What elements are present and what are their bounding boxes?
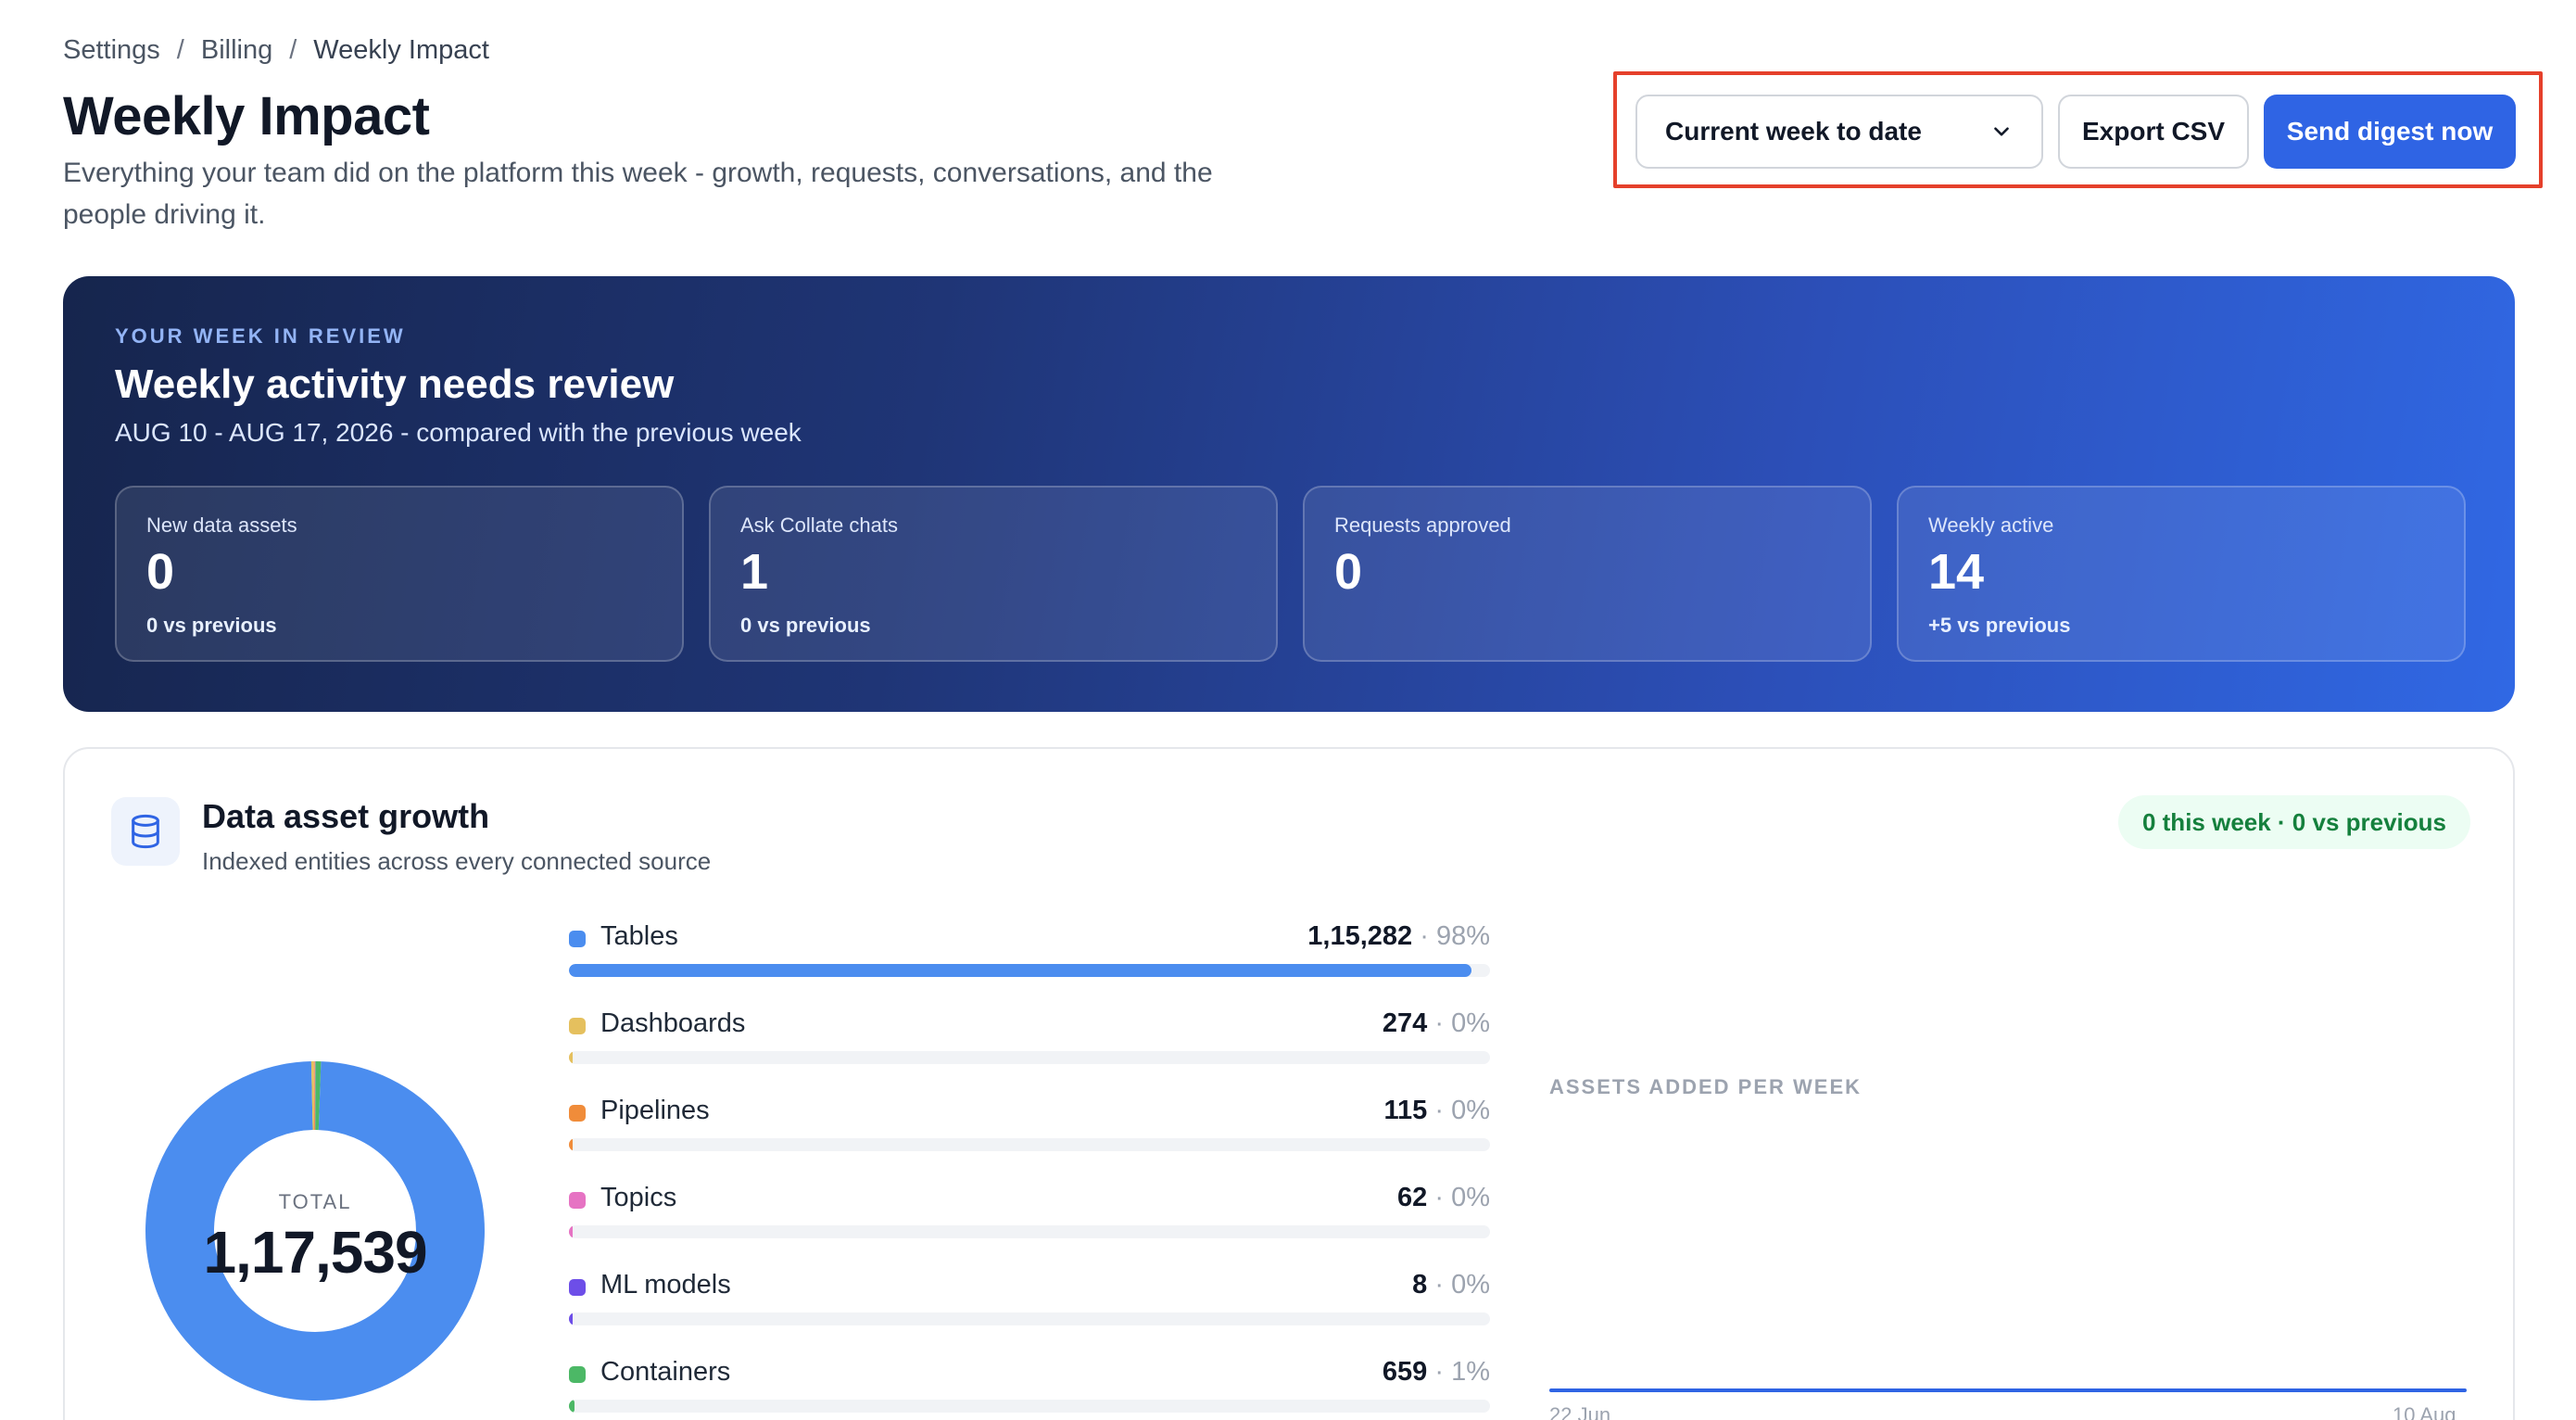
- stat-value: 0: [1334, 544, 1363, 600]
- breakdown-bar-fill: [569, 1138, 573, 1151]
- legend-swatch: [569, 1192, 586, 1209]
- stat-delta: 0 vs previous: [146, 614, 277, 637]
- breakdown-value: 274: [1382, 1008, 1428, 1038]
- breakdown-row-containers: Containers 659 · 1%: [569, 1351, 1490, 1420]
- stat-delta: +5 vs previous: [1928, 614, 2071, 637]
- legend-swatch: [569, 931, 586, 947]
- asset-donut-chart: TOTAL 1,17,539: [139, 1055, 491, 1407]
- send-digest-button[interactable]: Send digest now: [2264, 95, 2516, 169]
- breakdown-stats: 274 · 0%: [1383, 1008, 1490, 1039]
- breakdown-bar-track: [569, 1138, 1490, 1151]
- breakdown-bar-track: [569, 1312, 1490, 1325]
- page-subtitle: Everything your team did on the platform…: [63, 158, 1213, 230]
- breakdown-value: 115: [1383, 1096, 1428, 1125]
- weekly-axis-end: 10 Aug: [2393, 1403, 2456, 1420]
- breakdown-bar-fill: [569, 1400, 575, 1413]
- breakdown-row-dashboards: Dashboards 274 · 0%: [569, 1003, 1490, 1086]
- breakdown-bar-track: [569, 964, 1490, 977]
- breakdown-separator: ·: [1412, 921, 1436, 951]
- breakdown-name: ML models: [600, 1270, 731, 1300]
- weekly-series-line: [1549, 1388, 2467, 1392]
- breakdown-name: Containers: [600, 1357, 731, 1387]
- legend-swatch: [569, 1279, 586, 1296]
- page-title: Weekly Impact: [63, 86, 430, 146]
- breakdown-row-ml-models: ML models 8 · 0%: [569, 1264, 1490, 1348]
- breakdown-bar-fill: [569, 1312, 573, 1325]
- breakdown-name: Tables: [600, 921, 678, 951]
- stat-value: 14: [1928, 544, 1985, 600]
- legend-swatch: [569, 1105, 586, 1122]
- hero-date-range: AUG 10 - AUG 17, 2026 - compared with th…: [115, 418, 802, 447]
- stat-card-requests-approved: Requests approved 0: [1303, 486, 1872, 662]
- breadcrumb-current: Weekly Impact: [313, 35, 489, 65]
- stat-delta: 0 vs previous: [740, 614, 871, 637]
- breakdown-percent: 0%: [1451, 1183, 1490, 1212]
- breadcrumb-settings[interactable]: Settings: [63, 35, 160, 66]
- breakdown-bar-fill: [569, 964, 1472, 977]
- database-icon: [111, 797, 180, 866]
- breakdown-separator: ·: [1427, 1183, 1452, 1212]
- card-subtitle: Indexed entities across every connected …: [202, 847, 712, 875]
- stat-value: 0: [146, 544, 175, 600]
- stat-label: Ask Collate chats: [740, 513, 898, 537]
- breakdown-percent: 0%: [1451, 1008, 1490, 1038]
- breakdown-value: 62: [1397, 1183, 1428, 1212]
- hero-eyebrow: YOUR WEEK IN REVIEW: [115, 324, 406, 348]
- breakdown-stats: 115 · 0%: [1384, 1096, 1491, 1126]
- breakdown-stats: 8 · 0%: [1412, 1270, 1490, 1300]
- breakdown-name: Dashboards: [600, 1008, 746, 1038]
- breakdown-bar-fill: [569, 1225, 573, 1238]
- breadcrumb-separator: /: [176, 35, 184, 65]
- breakdown-value: 8: [1412, 1270, 1428, 1300]
- breakdown-bar-fill: [569, 1051, 573, 1064]
- breakdown-percent: 98%: [1435, 921, 1490, 951]
- weekly-chart-label: ASSETS ADDED PER WEEK: [1549, 1075, 1863, 1098]
- stat-label: New data assets: [146, 513, 297, 537]
- breakdown-stats: 659 · 1%: [1383, 1357, 1490, 1388]
- breakdown-bar-track: [569, 1051, 1490, 1064]
- legend-swatch: [569, 1366, 586, 1383]
- stat-label: Weekly active: [1928, 513, 2054, 537]
- breakdown-percent: 1%: [1451, 1357, 1490, 1387]
- breakdown-row-pipelines: Pipelines 115 · 0%: [569, 1090, 1490, 1173]
- export-csv-button[interactable]: Export CSV: [2058, 95, 2249, 169]
- card-title: Data asset growth: [202, 797, 490, 835]
- stat-card-new-data-assets: New data assets 0 0 vs previous: [115, 486, 684, 662]
- breakdown-separator: ·: [1427, 1270, 1452, 1300]
- breakdown-bar-track: [569, 1225, 1490, 1238]
- breakdown-percent: 0%: [1451, 1096, 1490, 1125]
- stat-card-weekly-active: Weekly active 14 +5 vs previous: [1897, 486, 2466, 662]
- week-in-review-banner: YOUR WEEK IN REVIEW Weekly activity need…: [63, 276, 2515, 712]
- breadcrumb: Settings / Billing / Weekly Impact: [63, 35, 489, 66]
- breakdown-name: Pipelines: [600, 1096, 710, 1125]
- breakdown-stats: 62 · 0%: [1397, 1183, 1490, 1213]
- legend-swatch: [569, 1018, 586, 1034]
- weekly-axis-start: 22 Jun: [1549, 1403, 1611, 1420]
- stat-label: Requests approved: [1334, 513, 1511, 537]
- breakdown-name: Topics: [600, 1183, 677, 1212]
- data-asset-growth-card: Data asset growth Indexed entities acros…: [63, 747, 2515, 1420]
- breakdown-value: 1,15,282: [1307, 921, 1413, 951]
- donut-total-label: TOTAL: [278, 1190, 352, 1213]
- period-select[interactable]: Current week to date: [1635, 95, 2043, 169]
- stat-card-ask-collate-chats: Ask Collate chats 1 0 vs previous: [709, 486, 1278, 662]
- breadcrumb-separator: /: [289, 35, 297, 65]
- breakdown-stats: 1,15,282 · 98%: [1307, 921, 1490, 952]
- breakdown-bar-track: [569, 1400, 1490, 1413]
- period-select-value: Current week to date: [1665, 117, 1922, 146]
- breakdown-row-topics: Topics 62 · 0%: [569, 1177, 1490, 1261]
- breakdown-row-tables: Tables 1,15,282 · 98%: [569, 916, 1490, 999]
- stat-value: 1: [740, 544, 769, 600]
- hero-title: Weekly activity needs review: [115, 361, 675, 407]
- donut-total-value: 1,17,539: [203, 1219, 427, 1286]
- breakdown-percent: 0%: [1451, 1270, 1490, 1300]
- breakdown-value: 659: [1382, 1357, 1428, 1387]
- breadcrumb-billing[interactable]: Billing: [201, 35, 272, 66]
- growth-badge: 0 this week · 0 vs previous: [2118, 795, 2470, 849]
- breakdown-separator: ·: [1427, 1096, 1452, 1125]
- breakdown-separator: ·: [1427, 1008, 1452, 1038]
- chevron-down-icon: [1994, 127, 2009, 136]
- breakdown-separator: ·: [1427, 1357, 1452, 1387]
